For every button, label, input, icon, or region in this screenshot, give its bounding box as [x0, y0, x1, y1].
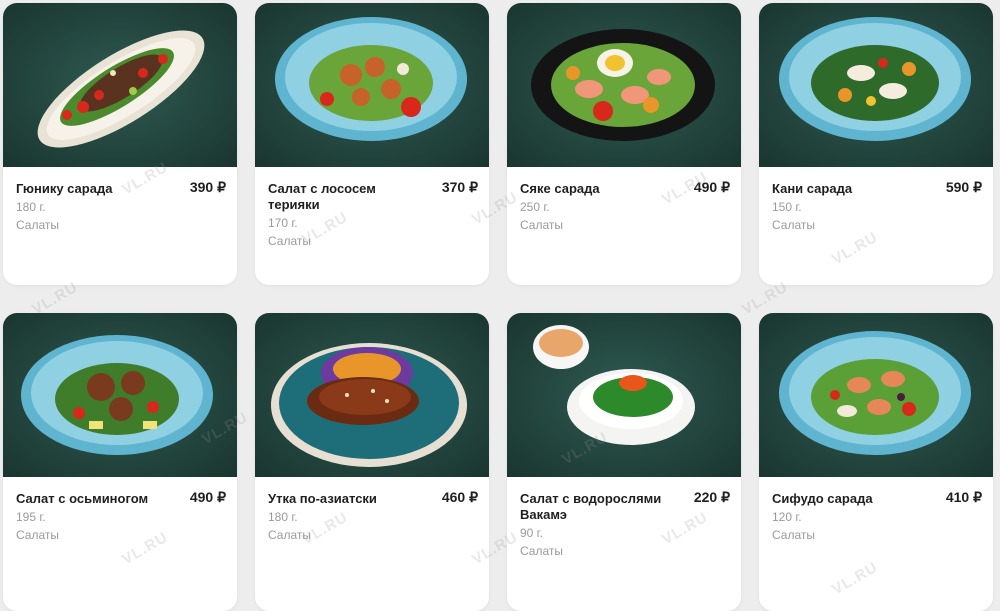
product-name[interactable]: Кани сарада — [772, 181, 932, 197]
product-price: 220 ₽ — [693, 489, 730, 505]
product-card[interactable]: Салат с лососем терияки 370 ₽ 170 г. Сал… — [255, 3, 489, 285]
product-weight: 170 г. — [268, 216, 298, 230]
product-category: Салаты — [268, 234, 312, 248]
product-name[interactable]: Сяке сарада — [520, 181, 680, 197]
product-weight: 180 г. — [16, 200, 46, 214]
product-category: Салаты — [268, 528, 312, 542]
product-name[interactable]: Сифудо сарада — [772, 491, 932, 507]
product-card[interactable]: Сяке сарада 490 ₽ 250 г. Салаты — [507, 3, 741, 285]
product-category: Салаты — [520, 218, 564, 232]
product-weight: 250 г. — [520, 200, 550, 214]
product-price: 410 ₽ — [945, 489, 982, 505]
product-name[interactable]: Утка по-азиатски — [268, 491, 428, 507]
product-photo[interactable] — [3, 313, 237, 477]
product-price: 460 ₽ — [441, 489, 478, 505]
product-weight: 90 г. — [520, 526, 543, 540]
product-photo[interactable] — [759, 313, 993, 477]
product-price: 370 ₽ — [441, 179, 478, 195]
product-category: Салаты — [520, 544, 564, 558]
product-name[interactable]: Гюнику сарада — [16, 181, 176, 197]
product-grid: Гюнику сарада 390 ₽ 180 г. Салаты Салат … — [0, 0, 1000, 611]
product-weight: 180 г. — [268, 510, 298, 524]
product-price: 390 ₽ — [189, 179, 226, 195]
product-photo[interactable] — [759, 3, 993, 167]
product-card[interactable]: Кани сарада 590 ₽ 150 г. Салаты — [759, 3, 993, 285]
product-card[interactable]: Утка по-азиатски 460 ₽ 180 г. Салаты — [255, 313, 489, 611]
product-photo[interactable] — [255, 3, 489, 167]
product-weight: 195 г. — [16, 510, 46, 524]
product-price: 590 ₽ — [945, 179, 982, 195]
product-card[interactable]: Салат с водорослями Вакамэ 220 ₽ 90 г. С… — [507, 313, 741, 611]
product-weight: 150 г. — [772, 200, 802, 214]
product-photo[interactable] — [507, 3, 741, 167]
product-card[interactable]: Салат с осьминогом 490 ₽ 195 г. Салаты — [3, 313, 237, 611]
product-category: Салаты — [772, 528, 816, 542]
product-weight: 120 г. — [772, 510, 802, 524]
product-category: Салаты — [16, 528, 60, 542]
product-category: Салаты — [16, 218, 60, 232]
product-card[interactable]: Сифудо сарада 410 ₽ 120 г. Салаты — [759, 313, 993, 611]
product-name[interactable]: Салат с лососем терияки — [268, 181, 428, 213]
product-price: 490 ₽ — [189, 489, 226, 505]
product-card[interactable]: Гюнику сарада 390 ₽ 180 г. Салаты — [3, 3, 237, 285]
product-name[interactable]: Салат с водорослями Вакамэ — [520, 491, 680, 523]
product-price: 490 ₽ — [693, 179, 730, 195]
product-name[interactable]: Салат с осьминогом — [16, 491, 176, 507]
product-photo[interactable] — [3, 3, 237, 167]
product-photo[interactable] — [255, 313, 489, 477]
product-category: Салаты — [772, 218, 816, 232]
product-photo[interactable] — [507, 313, 741, 477]
